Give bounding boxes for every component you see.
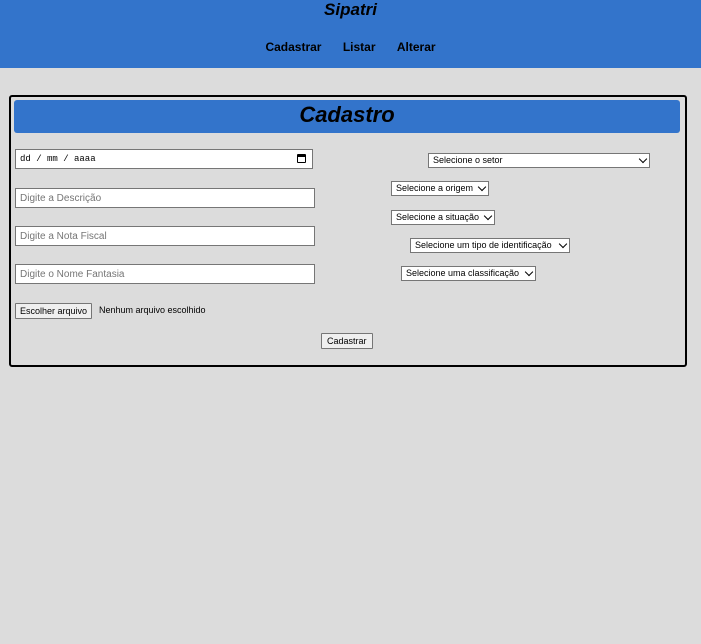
tipo-identificacao-select-value: Selecione um tipo de identificação [415,240,552,250]
chevron-down-icon [477,182,487,192]
file-status-text: Nenhum arquivo escolhido [99,305,206,315]
origem-select-value: Selecione a origem [396,183,474,193]
chevron-down-icon [483,211,493,221]
nav-link-cadastrar[interactable]: Cadastrar [265,40,321,54]
nota-fiscal-input[interactable] [15,226,315,246]
main-nav: Cadastrar Listar Alterar [0,40,701,54]
classificacao-select[interactable]: Selecione uma classificação [401,266,536,281]
app-title: Sipatri [324,0,377,19]
date-placeholder: dd / mm / aaaa [20,154,96,164]
chevron-down-icon [558,239,568,249]
chevron-down-icon [638,154,648,164]
cadastro-form-panel: Cadastro dd / mm / aaaa Selecione o seto… [9,95,687,367]
situacao-select-value: Selecione a situação [396,212,480,222]
descricao-input[interactable] [15,188,315,208]
setor-select[interactable]: Selecione o setor [428,153,650,168]
submit-button[interactable]: Cadastrar [321,333,373,349]
form-heading: Cadastro [14,100,680,133]
nav-link-alterar[interactable]: Alterar [397,40,436,54]
file-choose-button[interactable]: Escolher arquivo [15,303,93,319]
chevron-down-icon [524,267,534,277]
calendar-icon[interactable] [297,154,306,163]
nome-fantasia-input[interactable] [15,264,315,284]
setor-select-value: Selecione o setor [433,155,503,165]
tipo-identificacao-select[interactable]: Selecione um tipo de identificação [410,238,570,253]
nav-link-listar[interactable]: Listar [343,40,376,54]
situacao-select[interactable]: Selecione a situação [391,210,495,225]
date-input[interactable]: dd / mm / aaaa [15,149,313,169]
classificacao-select-value: Selecione uma classificação [406,268,520,278]
top-navbar: Sipatri Cadastrar Listar Alterar [0,0,701,68]
origem-select[interactable]: Selecione a origem [391,181,489,196]
